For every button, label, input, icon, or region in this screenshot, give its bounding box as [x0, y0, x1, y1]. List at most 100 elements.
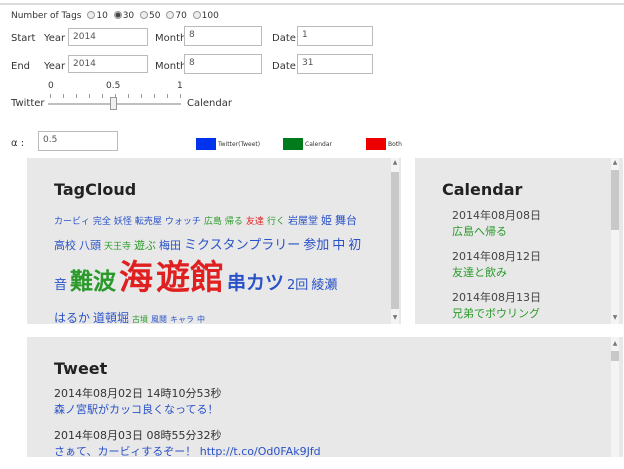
radio-icon[interactable] — [192, 11, 201, 19]
end-label: End — [11, 61, 31, 72]
tweet-text[interactable]: 森ノ宮駅がカッコ良くなってる！ — [54, 401, 321, 417]
tagcloud-panel: TagCloud カービィ 完全 妖怪 転売屋 ウォッチ 広島 帰る 友達 行く 岩屋堂姫舞台 高校… — [27, 158, 401, 325]
event-text: 広島へ帰る — [452, 225, 507, 238]
top-divider — [0, 3, 624, 5]
tag-count-option[interactable]: 10 — [84, 11, 108, 21]
tweet-title: Tweet — [54, 359, 108, 378]
calendar-scrollbar[interactable]: ▲ ▼ — [611, 158, 619, 324]
tag[interactable]: 道頓堀 — [93, 311, 129, 325]
tag-count-option[interactable]: 50 — [137, 11, 160, 21]
slider-tick-0: 0 — [48, 81, 54, 91]
tag[interactable]: 海 — [119, 258, 153, 298]
tag[interactable]: 風鬩 — [151, 315, 167, 324]
legend-swatch-twitter — [196, 138, 216, 150]
scroll-thumb[interactable] — [611, 170, 619, 230]
event-text: 友達と飲み — [452, 266, 507, 279]
scroll-thumb[interactable] — [611, 351, 619, 361]
tag-cloud: カービィ 完全 妖怪 転売屋 ウォッチ 広島 帰る 友達 行く 岩屋堂姫舞台高校 八頭 天王寺 遊ぶ 梅田… — [54, 208, 384, 331]
tag[interactable]: 中 — [332, 238, 345, 253]
start-month-label: Month — [155, 33, 187, 44]
tag[interactable]: 古墳 — [132, 315, 148, 324]
tag[interactable]: 岩屋堂 — [288, 216, 318, 227]
radio-icon[interactable] — [87, 11, 96, 19]
tag[interactable]: 綾瀬 — [311, 278, 337, 293]
end-year-label: Year — [44, 61, 66, 72]
tag[interactable]: 友達 — [246, 217, 264, 227]
legend-swatch-both — [366, 138, 386, 150]
alpha-label: α : — [11, 138, 25, 149]
legend-label-both: Both — [388, 141, 402, 148]
tweet-date: 2014年08月03日 08時55分32秒 — [54, 429, 222, 442]
slider-right-label: Calendar — [187, 98, 232, 109]
tag[interactable]: 完全 — [93, 217, 111, 227]
calendar-events: 2014年08月08日 広島へ帰る 2014年08月12日 友達と飲み 2014… — [452, 207, 541, 330]
radio-icon[interactable] — [166, 11, 175, 19]
alpha-input[interactable]: 0.5 — [38, 131, 118, 151]
slider-tick-05: 0.5 — [106, 81, 121, 91]
tag[interactable]: 高校 — [54, 239, 76, 252]
tag[interactable]: ミクスタンプラリー — [184, 238, 300, 253]
event-date: 2014年08月12日 — [452, 250, 541, 263]
slider-left-label: Twitter — [11, 98, 45, 109]
end-date-label: Date — [272, 61, 296, 72]
tag[interactable]: 串カツ — [227, 272, 284, 294]
tweet-scrollbar[interactable]: ▲ — [611, 337, 619, 457]
end-month-label: Month — [155, 61, 187, 72]
event-text: 兄弟でボウリング — [452, 307, 540, 320]
tag[interactable]: 行く — [267, 217, 285, 227]
scroll-down-icon[interactable]: ▼ — [391, 315, 399, 321]
tag[interactable]: 帰る — [225, 217, 243, 227]
radio-icon[interactable] — [140, 11, 149, 19]
tag[interactable]: 天王寺 — [104, 242, 131, 252]
tag[interactable]: 八頭 — [79, 239, 101, 252]
end-year-input[interactable]: 2014 — [68, 55, 148, 73]
tag-count-filter: Number of Tags 10 30 50 70 100 — [11, 11, 219, 21]
tag[interactable]: 舞台 — [335, 214, 357, 227]
tag[interactable]: はるか — [54, 311, 90, 325]
tag[interactable]: 梅田 — [159, 239, 181, 252]
start-label: Start — [11, 33, 36, 44]
scroll-down-icon[interactable]: ▼ — [611, 315, 619, 321]
tag-count-option[interactable]: 30 — [111, 11, 134, 21]
tag[interactable]: カービィ — [54, 217, 90, 227]
tag[interactable]: 2回 — [287, 278, 308, 293]
start-month-input[interactable]: 8 — [184, 26, 262, 46]
event-date: 2014年08月13日 — [452, 291, 541, 304]
tagcloud-scrollbar[interactable]: ▲ ▼ — [391, 158, 399, 324]
end-month-input[interactable]: 8 — [184, 54, 262, 74]
legend-swatch-calendar — [283, 138, 303, 150]
tag[interactable]: 難波 — [70, 269, 116, 295]
slider-handle[interactable] — [110, 97, 117, 110]
legend-label-twitter: Twitter(Tweet) — [218, 141, 261, 148]
slider-tick-1: 1 — [177, 81, 183, 91]
tag[interactable]: 遊館 — [156, 258, 224, 298]
tag-row: 高校 八頭 天王寺 遊ぶ 梅田 ミクスタンプラリー 参加中初 — [54, 233, 384, 258]
start-date-input[interactable]: 1 — [297, 26, 373, 46]
tag-count-label: Number of Tags — [11, 11, 82, 21]
scroll-thumb[interactable] — [391, 172, 399, 309]
radio-selected-icon[interactable] — [113, 11, 122, 19]
calendar-title: Calendar — [442, 180, 523, 199]
tag[interactable]: 中 — [197, 315, 205, 324]
scroll-up-icon[interactable]: ▲ — [611, 341, 619, 347]
calendar-panel: Calendar 2014年08月08日 広島へ帰る 2014年08月12日 友… — [415, 158, 623, 324]
tag[interactable]: 遊ぶ — [134, 239, 156, 252]
scroll-up-icon[interactable]: ▲ — [391, 160, 399, 166]
tag[interactable]: 姫 — [321, 214, 332, 227]
tag[interactable]: 音 — [54, 278, 67, 293]
legend-label-calendar: Calendar — [305, 141, 332, 148]
tweet-date: 2014年08月02日 14時10分53秒 — [54, 387, 222, 400]
tag-count-option[interactable]: 100 — [190, 11, 219, 21]
tag[interactable]: キャラ — [170, 315, 194, 324]
tag[interactable]: 参加 — [303, 238, 329, 253]
scroll-up-icon[interactable]: ▲ — [611, 160, 619, 166]
end-date-input[interactable]: 31 — [297, 54, 373, 74]
tag-count-option[interactable]: 70 — [163, 11, 187, 21]
tag[interactable]: ウォッチ — [165, 217, 201, 227]
tag[interactable]: 広島 — [204, 217, 222, 227]
start-year-input[interactable]: 2014 — [68, 28, 148, 46]
tag[interactable]: 妖怪 — [114, 217, 132, 227]
start-date-label: Date — [272, 33, 296, 44]
tag[interactable]: 転売屋 — [135, 217, 162, 227]
tag[interactable]: 初 — [348, 238, 361, 253]
